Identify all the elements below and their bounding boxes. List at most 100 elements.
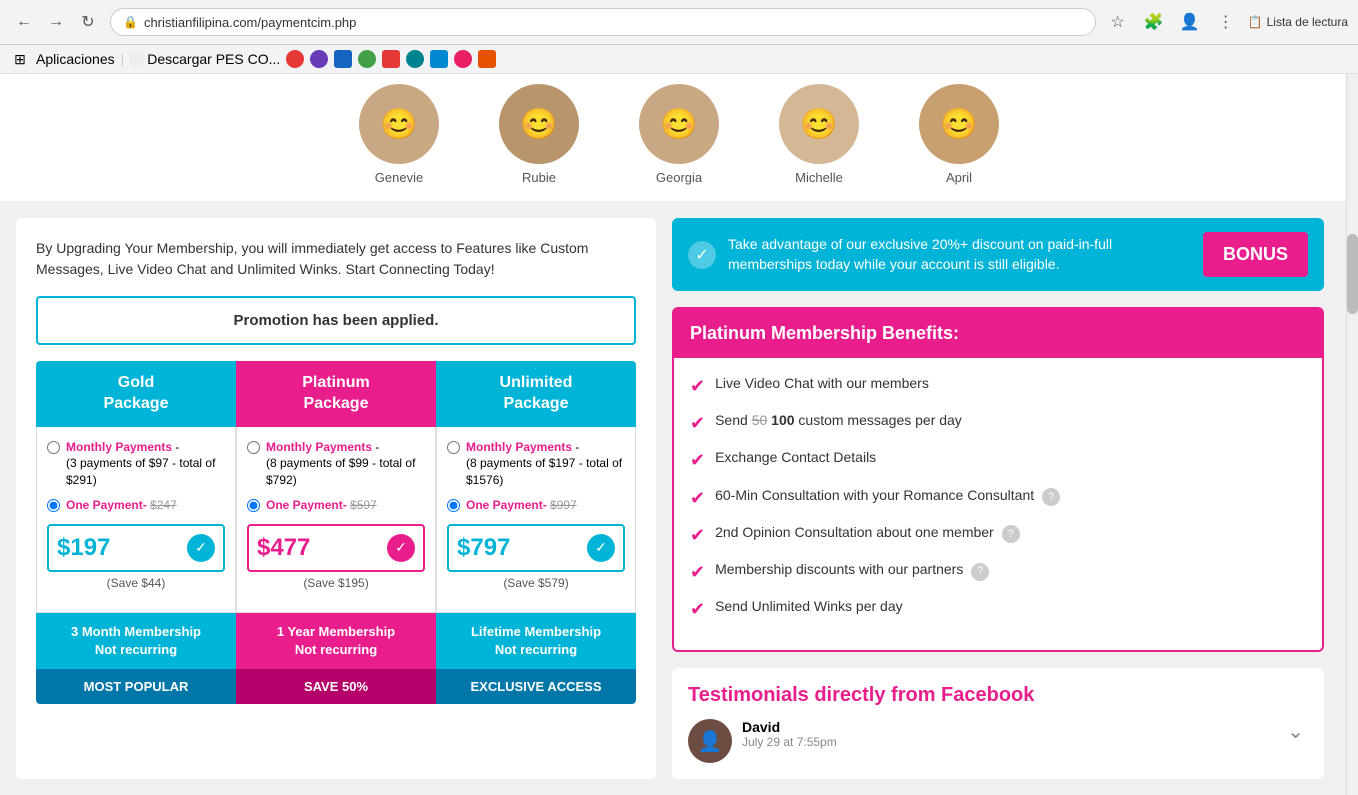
platinum-membership: 1 Year MembershipNot recurring	[236, 613, 436, 669]
platinum-monthly-radio[interactable]	[247, 441, 260, 454]
gold-price-box: $197 ✓	[47, 524, 225, 572]
name-genevie: Genevie	[375, 170, 423, 185]
gold-membership: 3 Month MembershipNot recurring	[36, 613, 236, 669]
left-column: By Upgrading Your Membership, you will i…	[16, 218, 656, 779]
unlimited-price: $797	[457, 534, 510, 562]
testimonials-section: Testimonials directly from Facebook 👤 Da…	[672, 668, 1324, 779]
platinum-monthly-option[interactable]: Monthly Payments - (8 payments of $99 - …	[247, 439, 425, 489]
bookmark-icon-8[interactable]	[454, 50, 472, 68]
apps-icon[interactable]: ⊞	[10, 49, 30, 69]
unlimited-monthly-link[interactable]: Monthly Payments	[466, 440, 572, 454]
help-icon-6[interactable]: ?	[971, 563, 989, 581]
reload-button[interactable]: ↻	[74, 8, 102, 36]
unlimited-save: (Save $579)	[447, 576, 625, 590]
bonus-check-icon: ✓	[688, 241, 716, 269]
bookmark-icon-6[interactable]	[406, 50, 424, 68]
gold-monthly-radio[interactable]	[47, 441, 60, 454]
bookmarks-bar: ⊞ Aplicaciones | Descargar PES CO...	[0, 45, 1358, 74]
benefit-3: ✔ Exchange Contact Details	[690, 448, 1306, 473]
avatar-michelle: 😊	[779, 84, 859, 164]
read-list-button[interactable]: 📋 Lista de lectura	[1248, 15, 1348, 29]
bookmark-pes[interactable]: Descargar PES CO...	[130, 51, 280, 67]
benefit-2: ✔ Send 50 100 custom messages per day	[690, 411, 1306, 436]
benefit-check-1: ✔	[690, 374, 705, 399]
gold-onepay-radio[interactable]	[47, 499, 60, 512]
platinum-title: PlatinumPackage	[302, 374, 370, 412]
gold-title: GoldPackage	[104, 374, 169, 412]
unlimited-onepay-link[interactable]: One Payment-	[466, 498, 547, 512]
platinum-save: (Save $195)	[247, 576, 425, 590]
unlimited-onepay-option[interactable]: One Payment- $997	[447, 497, 625, 514]
benefit-4: ✔ 60-Min Consultation with your Romance …	[690, 486, 1306, 511]
gold-monthly-option[interactable]: Monthly Payments - (3 payments of $97 - …	[47, 439, 225, 489]
bookmark-icon-4[interactable]	[358, 50, 376, 68]
bookmark-icon-5[interactable]	[382, 50, 400, 68]
gold-check-circle: ✓	[187, 534, 215, 562]
bookmark-apps[interactable]: Aplicaciones	[36, 51, 115, 67]
right-column: ✓ Take advantage of our exclusive 20%+ d…	[672, 218, 1324, 779]
testimonial-chevron[interactable]: ⌄	[1283, 719, 1308, 744]
star-button[interactable]: ☆	[1104, 8, 1132, 36]
avatar-april: 😊	[919, 84, 999, 164]
bonus-banner: ✓ Take advantage of our exclusive 20%+ d…	[672, 218, 1324, 291]
gold-monthly-link[interactable]: Monthly Payments	[66, 440, 172, 454]
platinum-onepay-label: One Payment- $597	[266, 497, 377, 514]
avatar-georgia: 😊	[639, 84, 719, 164]
packages-row: GoldPackage Monthly Payments - (3 paymen…	[36, 361, 636, 704]
bookmark-icon-1[interactable]	[286, 50, 304, 68]
unlimited-check-circle: ✓	[587, 534, 615, 562]
extensions-button[interactable]: 🧩	[1140, 8, 1168, 36]
platinum-price: $477	[257, 534, 310, 562]
unlimited-monthly-option[interactable]: Monthly Payments - (8 payments of $197 -…	[447, 439, 625, 489]
scrollbar-thumb	[1347, 234, 1358, 314]
benefit-check-4: ✔	[690, 486, 705, 511]
bonus-button[interactable]: BONUS	[1203, 232, 1308, 277]
benefit-1: ✔ Live Video Chat with our members	[690, 374, 1306, 399]
name-michelle: Michelle	[795, 170, 843, 185]
benefits-list: ✔ Live Video Chat with our members ✔ Sen…	[674, 358, 1322, 650]
new-100: 100	[771, 412, 794, 428]
help-icon-4[interactable]: ?	[1042, 488, 1060, 506]
gold-onepay-option[interactable]: One Payment- $247	[47, 497, 225, 514]
name-rubie: Rubie	[522, 170, 556, 185]
gold-onepay-link[interactable]: One Payment-	[66, 498, 147, 512]
benefit-7: ✔ Send Unlimited Winks per day	[690, 597, 1306, 622]
pes-label: Descargar PES CO...	[147, 51, 280, 67]
menu-button[interactable]: ⋮	[1212, 8, 1240, 36]
unlimited-monthly-radio[interactable]	[447, 441, 460, 454]
platinum-onepay-option[interactable]: One Payment- $597	[247, 497, 425, 514]
unlimited-header: UnlimitedPackage	[436, 361, 636, 427]
scrollbar[interactable]	[1346, 74, 1358, 795]
benefit-text-1: Live Video Chat with our members	[715, 374, 929, 394]
unlimited-monthly-sub: (8 payments of $197 - total of $1576)	[466, 456, 622, 487]
platinum-strike-price: $597	[350, 498, 377, 512]
bookmark-icon-2[interactable]	[310, 50, 328, 68]
testimonial-item: 👤 David July 29 at 7:55pm ⌄	[688, 719, 1308, 763]
promo-banner: Promotion has been applied.	[36, 296, 636, 345]
bonus-text: Take advantage of our exclusive 20%+ dis…	[728, 235, 1191, 274]
profile-georgia: 😊 Georgia	[639, 84, 719, 185]
browser-chrome: ← → ↻ 🔒 christianfilipina.com/paymentcim…	[0, 0, 1358, 45]
profile-genevie: 😊 Genevie	[359, 84, 439, 185]
apps-label: Aplicaciones	[36, 51, 115, 67]
bookmark-icon-3[interactable]	[334, 50, 352, 68]
bookmark-icon-7[interactable]	[430, 50, 448, 68]
strike-50: 50	[752, 412, 768, 428]
gold-monthly-sub: (3 payments of $97 - total of $291)	[66, 456, 215, 487]
back-button[interactable]: ←	[10, 8, 38, 36]
profile-michelle: 😊 Michelle	[779, 84, 859, 185]
address-bar[interactable]: 🔒 christianfilipina.com/paymentcim.php	[110, 8, 1096, 36]
platinum-monthly-link[interactable]: Monthly Payments	[266, 440, 372, 454]
benefit-6: ✔ Membership discounts with our partners…	[690, 560, 1306, 585]
help-icon-5[interactable]: ?	[1002, 525, 1020, 543]
unlimited-badge: EXCLUSIVE ACCESS	[436, 669, 636, 704]
unlimited-onepay-radio[interactable]	[447, 499, 460, 512]
platinum-onepay-link[interactable]: One Payment-	[266, 498, 347, 512]
unlimited-monthly-label: Monthly Payments - (8 payments of $197 -…	[466, 439, 625, 489]
bookmark-icon-9[interactable]	[478, 50, 496, 68]
forward-button[interactable]: →	[42, 8, 70, 36]
profile-button[interactable]: 👤	[1176, 8, 1204, 36]
benefit-check-2: ✔	[690, 411, 705, 436]
read-list-icon: 📋	[1248, 15, 1263, 29]
platinum-onepay-radio[interactable]	[247, 499, 260, 512]
